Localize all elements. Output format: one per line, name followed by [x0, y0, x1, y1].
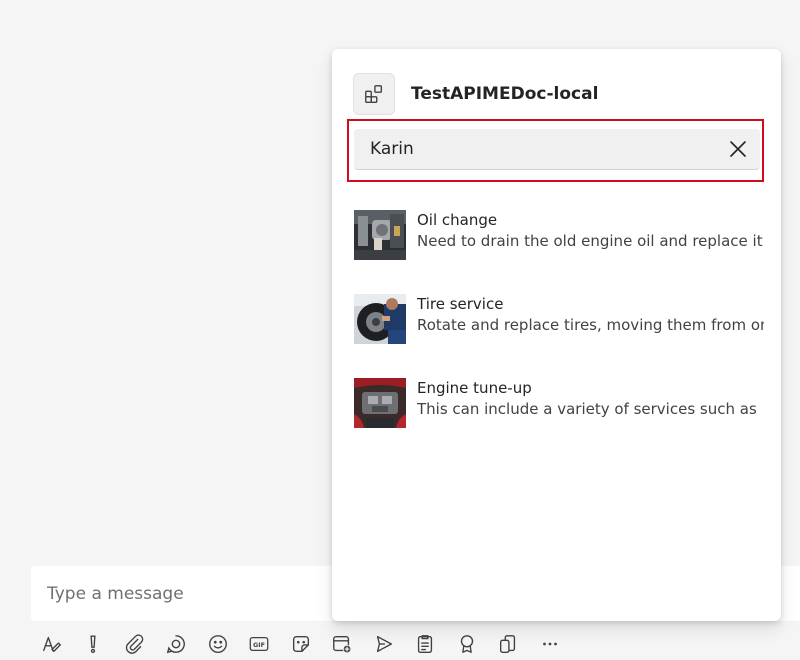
- important-icon: [90, 635, 96, 654]
- forms-button[interactable]: [405, 628, 447, 660]
- forms-icon: [418, 635, 433, 653]
- gif-button[interactable]: GIF: [239, 628, 281, 660]
- oil-change-photo: [354, 210, 406, 260]
- result-item[interactable]: Tire service Rotate and replace tires, m…: [354, 294, 764, 378]
- app-title: TestAPIMEDoc-local: [411, 84, 599, 104]
- schedule-meeting-button[interactable]: [322, 628, 364, 660]
- search-results: Oil change Need to drain the old engine …: [354, 210, 764, 462]
- sticker-button[interactable]: [280, 628, 322, 660]
- schedule-meeting-icon: [333, 635, 352, 654]
- loop-icon: [167, 635, 186, 654]
- attach-icon: [125, 634, 144, 654]
- panel-header: TestAPIMEDoc-local: [353, 73, 598, 115]
- important-button[interactable]: [73, 628, 115, 660]
- result-title: Oil change: [417, 211, 498, 229]
- more-button[interactable]: [529, 628, 571, 660]
- messaging-extension-panel: TestAPIMEDoc-local Karin Oil change Need…: [332, 49, 781, 621]
- apps-icon: [500, 635, 516, 653]
- result-text: Oil change Need to drain the old engine …: [417, 210, 763, 294]
- compose-toolbar: GIF: [31, 628, 571, 660]
- chat-window: GIF: [0, 0, 800, 660]
- send-later-icon: [376, 635, 392, 653]
- emoji-icon: [208, 635, 227, 653]
- send-later-button[interactable]: [363, 628, 405, 660]
- result-description: Need to drain the old engine oil and rep…: [417, 232, 763, 250]
- praise-icon: [460, 635, 473, 653]
- apps-button[interactable]: [488, 628, 530, 660]
- result-description: This can include a variety of services s…: [417, 400, 757, 418]
- message-input[interactable]: [47, 566, 327, 621]
- format-icon: [42, 636, 61, 653]
- search-input[interactable]: [370, 129, 700, 169]
- praise-button[interactable]: [446, 628, 488, 660]
- clear-search-button[interactable]: [726, 137, 750, 161]
- more-icon: [542, 642, 557, 646]
- result-text: Tire service Rotate and replace tires, m…: [417, 294, 764, 378]
- result-item[interactable]: Oil change Need to drain the old engine …: [354, 210, 764, 294]
- result-title: Engine tune-up: [417, 379, 532, 397]
- gif-icon: GIF: [249, 636, 269, 652]
- result-text: Engine tune-up This can include a variet…: [417, 378, 757, 462]
- result-description: Rotate and replace tires, moving them fr…: [417, 316, 764, 334]
- engine-photo: [354, 378, 406, 428]
- app-grid-icon: [353, 73, 395, 115]
- format-button[interactable]: [31, 628, 73, 660]
- search-box[interactable]: [354, 129, 760, 170]
- loop-button[interactable]: [156, 628, 198, 660]
- sticker-icon: [292, 635, 309, 653]
- emoji-button[interactable]: [197, 628, 239, 660]
- result-title: Tire service: [417, 295, 504, 313]
- svg-text:GIF: GIF: [253, 641, 265, 649]
- result-item[interactable]: Engine tune-up This can include a variet…: [354, 378, 764, 462]
- attach-button[interactable]: [114, 628, 156, 660]
- tire-service-photo: [354, 294, 406, 344]
- close-icon: [730, 141, 746, 157]
